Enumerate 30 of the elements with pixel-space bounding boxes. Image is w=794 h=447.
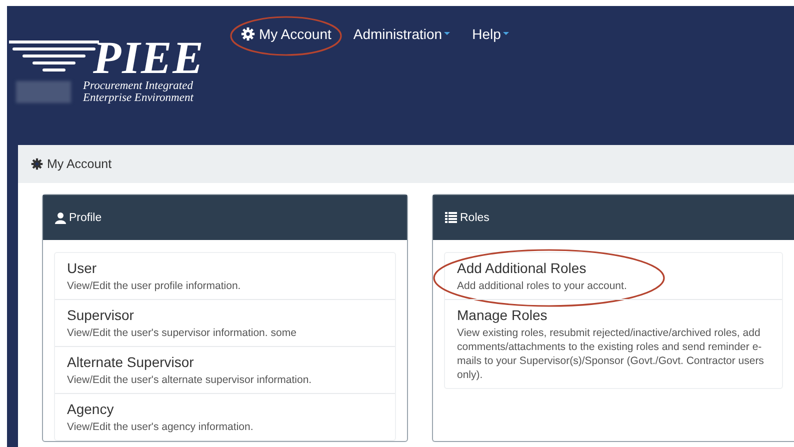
item-title: Agency	[67, 400, 115, 418]
gear-icon	[31, 158, 43, 170]
item-description: Add additional roles to your account.	[457, 279, 628, 293]
logo-title: PIEE	[93, 38, 204, 78]
item-description: View existing roles, resubmit rejected/inactive/archived roles, add comments/attachments to the existing roles and send reminder e-mails to your Supervisor(s)/Sponsor (Govt./Govt. Contractor users only).	[457, 326, 765, 382]
logo-tagline: Procurement Integrated	[83, 80, 194, 92]
list-item[interactable]: Add Additional Roles Add additional roles to your account.	[445, 253, 782, 299]
page-title: My Account	[47, 157, 112, 171]
item-description: View/Edit the user's agency information.	[67, 420, 254, 434]
item-description: View/Edit the user profile information.	[67, 279, 242, 293]
logo-tagline: Enterprise Environment	[83, 92, 194, 104]
panel-title: Profile	[69, 212, 102, 224]
nav-link[interactable]: Help	[472, 24, 501, 44]
panel-title: Roles	[460, 212, 490, 224]
gear-icon	[241, 27, 255, 41]
item-title: Add Additional Roles	[457, 259, 588, 277]
item-description: View/Edit the user's supervisor information. some	[67, 326, 298, 340]
list-icon	[445, 212, 457, 223]
list-item[interactable]: Supervisor View/Edit the user's supervisor information. some	[55, 300, 395, 346]
list-item[interactable]: Alternate Supervisor View/Edit the user's alternate supervisor information.	[55, 347, 395, 393]
list-item[interactable]: User View/Edit the user profile information.	[55, 253, 395, 299]
blurred-block	[16, 81, 71, 103]
item-title: User	[67, 259, 98, 277]
item-title: Alternate Supervisor	[67, 353, 195, 371]
list-item[interactable]: Agency View/Edit the user's agency information.	[55, 394, 395, 440]
user-icon	[55, 212, 66, 224]
nav-link[interactable]: Administration	[353, 24, 442, 44]
item-description: View/Edit the user's alternate supervisor information.	[67, 373, 313, 387]
item-title: Supervisor	[67, 306, 135, 324]
item-title: Manage Roles	[457, 306, 548, 324]
